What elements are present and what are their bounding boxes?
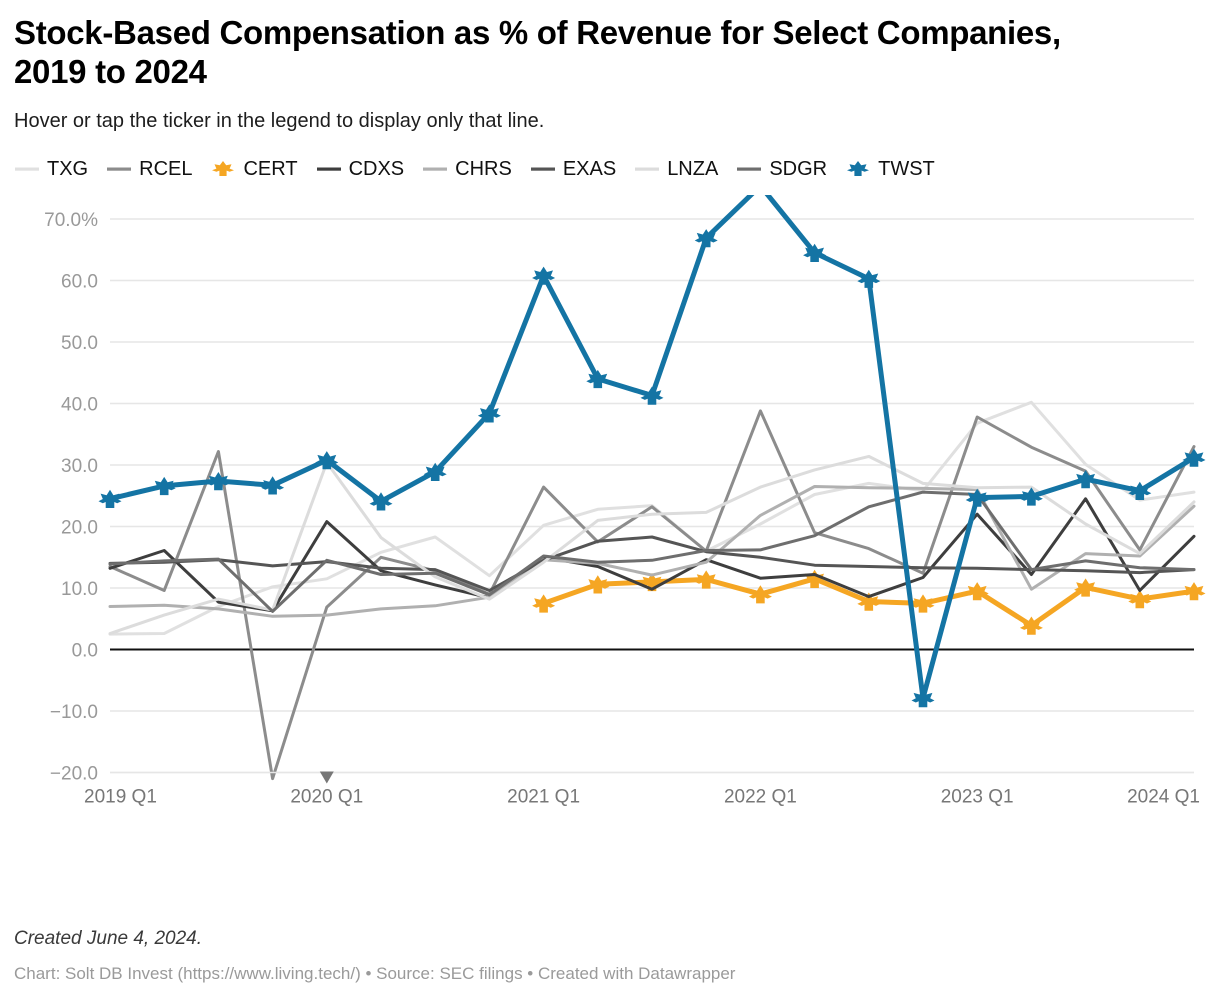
legend-label: CERT <box>243 157 298 180</box>
x-axis-ticks: 2019 Q1 2020 Q1 2021 Q1 2022 Q1 2023 Q1 2024 … <box>84 771 1200 807</box>
series-txg[interactable] <box>108 400 1196 636</box>
y-axis-tick-label: −10.0 <box>50 702 98 723</box>
legend-line-icon <box>14 159 40 179</box>
data-point-marker <box>911 688 935 708</box>
data-point-marker <box>532 266 556 285</box>
x-axis-tick-label: 2019 Q1 <box>84 786 157 807</box>
legend-label: TXG <box>47 157 89 180</box>
y-axis-tick-label: 0.0 <box>72 640 98 661</box>
chart-subtitle: Hover or tap the ticker in the legend to… <box>14 109 545 132</box>
x-axis-tick-marker <box>319 771 334 784</box>
legend-item-chrs[interactable]: CHRS <box>422 158 512 181</box>
data-point-marker <box>532 594 556 613</box>
y-axis-tick-label: 20.0 <box>61 517 98 538</box>
legend-label: EXAS <box>562 157 617 180</box>
chart-plot-area: −20.0 −10.0 0.0 10.0 20.0 30.0 40.0 50.0 60.0 70.… <box>14 194 1210 835</box>
legend-item-cdxs[interactable]: CDXS <box>316 157 405 181</box>
y-axis-tick-label: 70.0% <box>44 210 98 231</box>
series-sdgr[interactable] <box>108 490 1196 613</box>
y-axis-tick-label: 30.0 <box>61 456 98 477</box>
legend-item-twst[interactable]: TWST <box>845 158 935 181</box>
legend-item-lnza[interactable]: LNZA <box>634 158 718 181</box>
series-line <box>108 409 1196 780</box>
page-title: Stock-Based Compensation as % of Revenue… <box>14 14 1061 90</box>
legend-item-exas[interactable]: EXAS <box>530 158 616 181</box>
series-group <box>98 194 1206 780</box>
legend-line-icon <box>736 159 762 179</box>
series-line <box>108 490 1196 613</box>
legend-line-icon <box>106 159 132 179</box>
legend-line-icon <box>316 159 342 179</box>
y-axis-tick-label: 50.0 <box>61 333 98 354</box>
series-cert[interactable] <box>532 569 1206 635</box>
y-axis-tick-label: 60.0 <box>61 271 98 292</box>
x-axis-tick-label: 2020 Q1 <box>290 786 363 807</box>
series-rcel[interactable] <box>108 409 1196 780</box>
legend-marker-icon <box>210 159 236 179</box>
chart-footer: Created June 4, 2024. Chart: Solt DB Inv… <box>14 928 1194 984</box>
line-chart-svg: −20.0 −10.0 0.0 10.0 20.0 30.0 40.0 50.0 60.0 70.… <box>44 194 1206 807</box>
x-axis-tick-label: 2021 Q1 <box>507 786 580 807</box>
y-axis-tick-label: 40.0 <box>61 394 98 415</box>
legend-marker-icon <box>845 159 871 179</box>
series-line <box>108 400 1196 636</box>
y-axis-tick-label: −20.0 <box>50 763 98 784</box>
legend-line-icon <box>422 159 448 179</box>
legend-line-icon <box>634 159 660 179</box>
x-axis-tick-label: 2023 Q1 <box>941 786 1014 807</box>
legend-item-rcel[interactable]: RCEL <box>106 158 192 181</box>
created-date: Created June 4, 2024. <box>14 928 203 949</box>
x-axis-tick-label: 2024 Q1 <box>1127 786 1200 807</box>
x-axis-tick-label: 2022 Q1 <box>724 786 797 807</box>
legend-item-txg[interactable]: TXG <box>14 158 88 181</box>
legend-item-sdgr[interactable]: SDGR <box>736 158 827 181</box>
chart-credit: Chart: Solt DB Invest (https://www.livin… <box>14 964 736 983</box>
legend-label: CHRS <box>455 157 512 180</box>
chart-page: Stock-Based Compensation as % of Revenue… <box>0 0 1220 998</box>
legend-label: RCEL <box>139 157 193 180</box>
legend-label: CDXS <box>348 157 405 180</box>
legend-label: TWST <box>878 157 935 180</box>
legend-label: SDGR <box>769 157 828 180</box>
legend-item-cert[interactable]: CERT <box>210 157 298 181</box>
legend-line-icon <box>530 159 556 179</box>
chart-legend: TXG RCEL CERT CDXS CHRS EXAS LNZA SDGR TWST <box>14 158 1202 181</box>
legend-label: LNZA <box>667 157 719 180</box>
y-axis-tick-label: 10.0 <box>61 579 98 600</box>
